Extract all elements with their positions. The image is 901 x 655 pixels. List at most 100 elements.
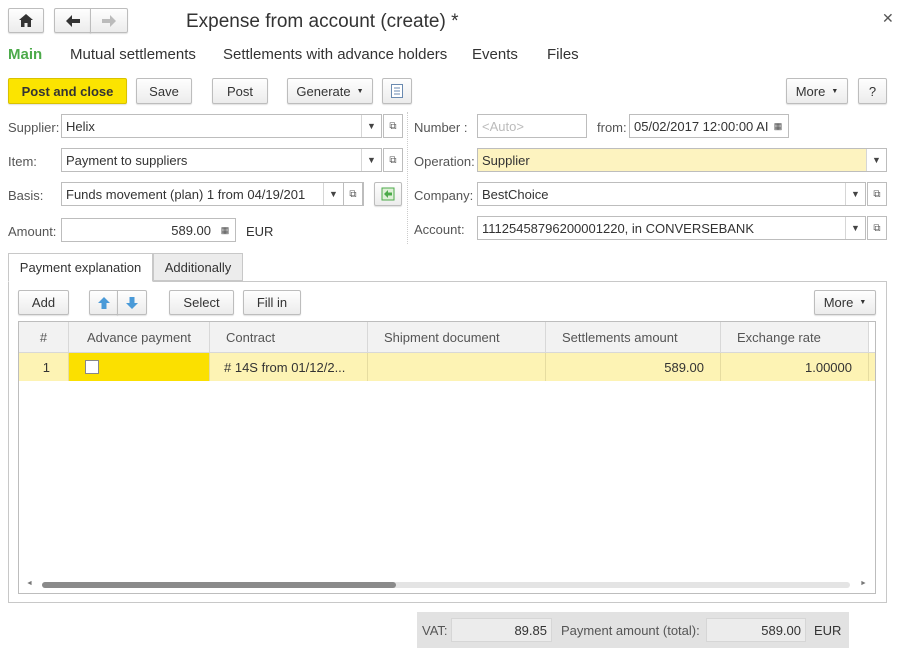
settlements-amount-cell[interactable]: 589.00 — [546, 353, 721, 381]
column-header-advance-payment[interactable]: Advance payment — [69, 322, 210, 352]
arrow-left-icon — [65, 14, 80, 27]
from-label: from: — [597, 120, 627, 135]
basis-value: Funds movement (plan) 1 from 04/19/201 — [66, 186, 306, 202]
row-number: 1 — [19, 353, 69, 381]
dropdown-arrow-icon[interactable]: ▼ — [361, 115, 381, 137]
arrow-down-icon — [126, 296, 138, 309]
vat-value: 89.85 — [514, 622, 547, 638]
table-more-label: More — [823, 295, 854, 310]
tab-mutual-settlements[interactable]: Mutual settlements — [70, 46, 196, 63]
operation-field[interactable]: Supplier ▼ — [477, 148, 887, 172]
dropdown-arrow-icon[interactable]: ▼ — [361, 149, 381, 171]
column-header-exchange-rate[interactable]: Exchange rate — [721, 322, 869, 352]
open-icon[interactable]: ⧉ — [867, 182, 887, 206]
dropdown-arrow-icon[interactable]: ▼ — [845, 217, 865, 239]
window-title: Expense from account (create) * — [186, 11, 459, 32]
company-label: Company: — [414, 188, 474, 203]
column-header-settlements-amount[interactable]: Settlements amount — [546, 322, 721, 352]
document-icon — [391, 84, 403, 98]
vat-field: 89.85 — [451, 618, 552, 642]
fill-in-button[interactable]: Fill in — [243, 290, 301, 315]
table-more-button[interactable]: More ▼ — [814, 290, 876, 315]
amount-label: Amount: — [8, 224, 57, 239]
arrow-right-icon — [102, 14, 116, 27]
close-icon[interactable]: ✕ — [882, 10, 894, 27]
contract-cell[interactable]: # 14S from 01/12/2... — [210, 353, 368, 381]
dropdown-arrow-icon: ▼ — [831, 87, 839, 95]
fill-basis-button[interactable] — [374, 182, 402, 206]
item-value: Payment to suppliers — [66, 152, 188, 168]
shipment-document-cell[interactable] — [368, 353, 546, 381]
help-button[interactable]: ? — [858, 78, 887, 104]
date-value: 05/02/2017 12:00:00 AI — [634, 118, 768, 134]
column-divider — [407, 112, 408, 244]
post-and-close-button[interactable]: Post and close — [8, 78, 127, 104]
advance-payment-cell[interactable] — [69, 353, 210, 381]
move-up-button[interactable] — [89, 290, 118, 315]
number-label: Number : — [414, 120, 468, 135]
dropdown-arrow-icon: ▼ — [859, 299, 867, 306]
total-field: 589.00 — [706, 618, 806, 642]
total-value: 589.00 — [761, 622, 801, 638]
scroll-right-icon[interactable]: ► — [860, 580, 867, 587]
advance-payment-checkbox[interactable] — [85, 360, 99, 374]
account-field[interactable]: 11125458796200001220, in CONVERSEBANK ▼ — [477, 216, 866, 240]
total-label: Payment amount (total): — [561, 623, 700, 638]
tab-files[interactable]: Files — [547, 46, 579, 63]
tab-advance-holders[interactable]: Settlements with advance holders — [223, 46, 447, 63]
item-label: Item: — [8, 154, 37, 169]
calendar-icon[interactable]: ▦ — [768, 115, 788, 137]
item-field[interactable]: Payment to suppliers ▼ — [61, 148, 382, 172]
scrollbar-thumb[interactable] — [42, 582, 396, 588]
move-down-button[interactable] — [117, 290, 147, 315]
dropdown-arrow-icon[interactable]: ▼ — [845, 183, 865, 205]
tab-events[interactable]: Events — [472, 46, 518, 63]
back-button[interactable] — [54, 8, 91, 33]
more-button[interactable]: More ▼ — [786, 78, 848, 104]
forward-button[interactable] — [90, 8, 128, 33]
date-field[interactable]: 05/02/2017 12:00:00 AI ▦ — [629, 114, 789, 138]
total-currency: EUR — [814, 623, 842, 638]
generate-button[interactable]: Generate ▼ — [287, 78, 373, 104]
home-button[interactable] — [8, 8, 44, 33]
company-field[interactable]: BestChoice ▼ — [477, 182, 866, 206]
more-label: More — [795, 83, 826, 99]
subtab-additionally[interactable]: Additionally — [153, 253, 243, 281]
dropdown-arrow-icon[interactable]: ▼ — [866, 149, 886, 171]
add-button[interactable]: Add — [18, 290, 69, 315]
exchange-rate-cell[interactable]: 1.00000 — [721, 353, 869, 381]
scroll-left-icon[interactable]: ◄ — [26, 580, 33, 587]
supplier-field[interactable]: Helix ▼ — [61, 114, 382, 138]
dropdown-arrow-icon: ▼ — [356, 87, 364, 95]
account-value: 11125458796200001220, in CONVERSEBANK — [482, 220, 754, 236]
supplier-value: Helix — [66, 118, 95, 134]
open-icon[interactable]: ⧉ — [867, 216, 887, 240]
select-button[interactable]: Select — [169, 290, 234, 315]
save-button[interactable]: Save — [136, 78, 192, 104]
dropdown-arrow-icon[interactable]: ▼ — [323, 183, 343, 205]
amount-field[interactable]: 589.00 ▦ — [61, 218, 236, 242]
operation-value: Supplier — [482, 152, 530, 168]
open-icon[interactable]: ⧉ — [383, 148, 403, 172]
number-placeholder: <Auto> — [482, 118, 524, 134]
open-icon[interactable]: ⧉ — [383, 114, 403, 138]
company-value: BestChoice — [482, 186, 549, 202]
column-header-number[interactable]: # — [19, 322, 69, 352]
tab-main[interactable]: Main — [8, 46, 42, 63]
number-field[interactable]: <Auto> — [477, 114, 587, 138]
subtab-payment-explanation[interactable]: Payment explanation — [8, 253, 153, 282]
report-button[interactable] — [382, 78, 412, 104]
amount-value: 589.00 — [171, 222, 211, 238]
amount-currency: EUR — [246, 224, 274, 239]
post-button[interactable]: Post — [212, 78, 268, 104]
vat-label: VAT: — [422, 623, 448, 638]
column-header-contract[interactable]: Contract — [210, 322, 368, 352]
calculator-icon[interactable]: ▦ — [215, 219, 235, 241]
basis-label: Basis: — [8, 188, 44, 203]
arrow-up-icon — [97, 296, 110, 309]
column-header-shipment-document[interactable]: Shipment document — [368, 322, 546, 352]
basis-field[interactable]: Funds movement (plan) 1 from 04/19/201 ▼… — [61, 182, 364, 206]
operation-label: Operation: — [414, 154, 475, 169]
account-label: Account: — [414, 222, 465, 237]
open-icon[interactable]: ⧉ — [343, 182, 363, 206]
